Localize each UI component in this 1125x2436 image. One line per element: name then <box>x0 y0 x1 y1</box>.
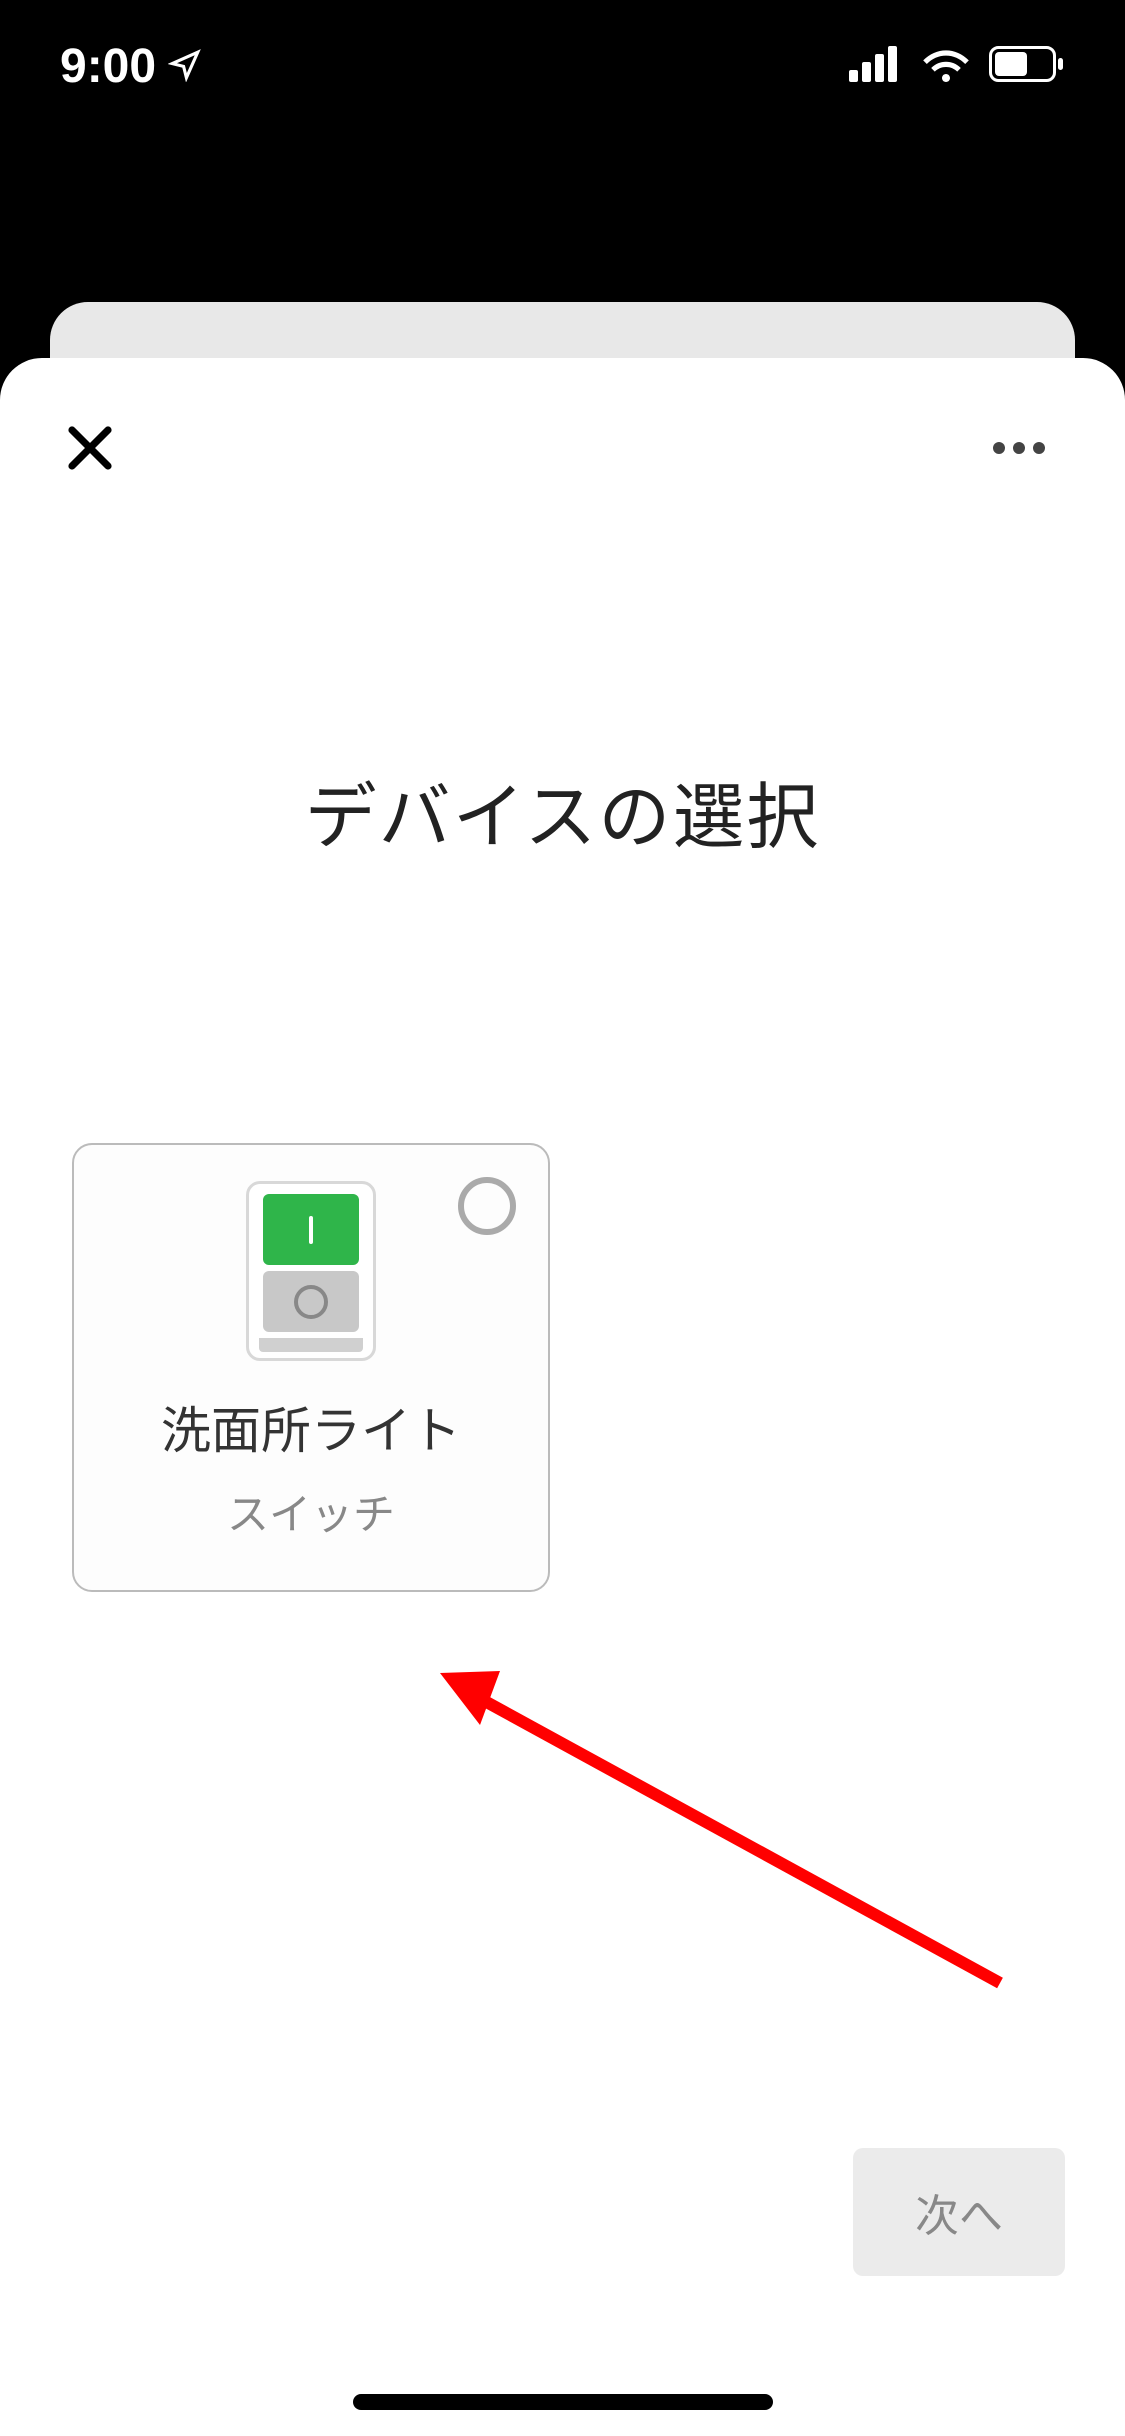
location-icon <box>168 39 202 94</box>
cellular-signal-icon <box>849 46 903 87</box>
selection-radio[interactable] <box>458 1177 516 1235</box>
switch-device-icon <box>246 1181 376 1361</box>
sheet-header <box>0 398 1125 518</box>
annotation-arrow-icon <box>430 1653 1030 2013</box>
page-title: デバイスの選択 <box>0 758 1125 863</box>
device-name: 洗面所ライト <box>102 1391 520 1463</box>
close-button[interactable] <box>60 418 120 478</box>
status-left: 9:00 <box>60 39 202 94</box>
more-menu-button[interactable] <box>973 422 1065 474</box>
device-grid: 洗面所ライト スイッチ <box>0 1143 1125 1592</box>
status-right <box>849 46 1065 87</box>
next-button[interactable]: 次へ <box>853 2148 1065 2276</box>
status-bar: 9:00 <box>0 0 1125 132</box>
dot-icon <box>1033 442 1045 454</box>
status-time: 9:00 <box>60 39 156 94</box>
dot-icon <box>993 442 1005 454</box>
home-indicator[interactable] <box>353 2394 773 2410</box>
close-icon <box>63 421 117 475</box>
dot-icon <box>1013 442 1025 454</box>
device-card[interactable]: 洗面所ライト スイッチ <box>72 1143 550 1592</box>
device-type: スイッチ <box>102 1481 520 1542</box>
modal-sheet: デバイスの選択 洗面所ライト スイッチ 次へ <box>0 358 1125 2436</box>
battery-icon <box>989 46 1065 87</box>
wifi-icon <box>921 46 971 87</box>
